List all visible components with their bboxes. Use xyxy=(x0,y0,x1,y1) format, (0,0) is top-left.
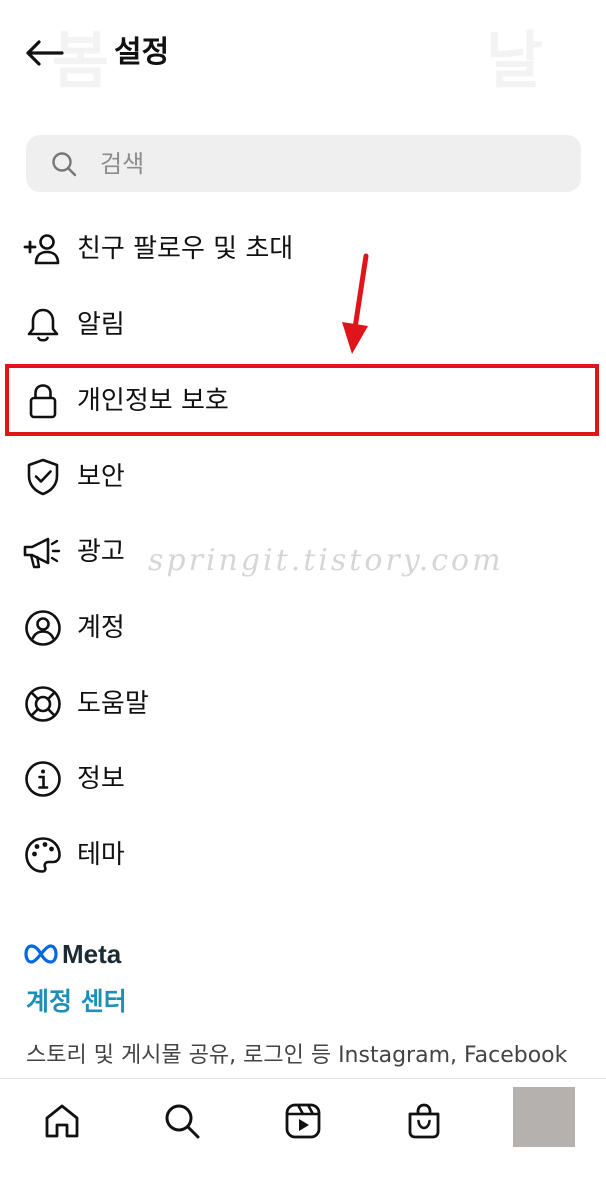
info-icon xyxy=(22,760,64,798)
menu-item-help[interactable]: 도움말 xyxy=(0,673,606,735)
menu-item-follow-invite[interactable]: 친구 팔로우 및 초대 xyxy=(0,218,606,280)
shop-icon xyxy=(408,1103,440,1139)
nav-search[interactable] xyxy=(154,1093,210,1149)
search-bar[interactable] xyxy=(26,135,581,192)
menu-item-label: 친구 팔로우 및 초대 xyxy=(77,234,294,264)
menu-item-account[interactable]: 계정 xyxy=(0,597,606,659)
nav-home[interactable] xyxy=(34,1093,90,1149)
watermark: springit.tistory.com xyxy=(148,543,504,578)
menu-item-label: 도움말 xyxy=(77,689,149,719)
top-bar: 설정 xyxy=(0,0,606,110)
red-arrow-annotation xyxy=(342,253,369,354)
add-person-icon xyxy=(22,230,64,268)
nav-reels[interactable] xyxy=(275,1093,331,1149)
menu-item-security[interactable]: 보안 xyxy=(0,446,606,508)
account-center-description: 스토리 및 게시물 공유, 로그인 등 Instagram, Facebook xyxy=(26,1043,568,1068)
menu-item-label: 계정 xyxy=(77,613,125,643)
menu-item-label: 광고 xyxy=(77,537,125,567)
menu-item-about[interactable]: 정보 xyxy=(0,748,606,810)
nav-profile-avatar[interactable] xyxy=(513,1087,575,1147)
search-icon xyxy=(165,1104,200,1139)
search-icon xyxy=(52,152,77,177)
reels-icon xyxy=(285,1103,321,1139)
highlight-box xyxy=(5,364,599,436)
back-button[interactable] xyxy=(18,30,70,76)
nav-shop[interactable] xyxy=(396,1093,452,1149)
account-center-link[interactable]: 계정 센터 xyxy=(26,982,127,1022)
bottom-nav xyxy=(0,1078,606,1179)
menu-item-label: 테마 xyxy=(77,840,125,870)
menu-item-label: 알림 xyxy=(77,310,125,340)
meta-infinity-icon xyxy=(24,944,58,964)
bell-icon xyxy=(22,306,64,344)
lifebuoy-icon xyxy=(22,685,64,723)
arrow-left-icon xyxy=(26,40,64,66)
shield-check-icon xyxy=(22,458,64,496)
menu-item-notifications[interactable]: 알림 xyxy=(0,294,606,356)
search-input[interactable] xyxy=(100,144,560,184)
home-icon xyxy=(45,1104,79,1138)
meta-logo-text: Meta xyxy=(62,938,122,969)
menu-item-label: 보안 xyxy=(77,462,125,492)
meta-logo: Meta xyxy=(24,936,121,972)
menu-item-theme[interactable]: 테마 xyxy=(0,824,606,886)
megaphone-icon xyxy=(22,533,64,571)
menu-item-label: 정보 xyxy=(77,764,125,794)
palette-icon xyxy=(22,836,64,874)
account-circle-icon xyxy=(22,609,64,647)
page-title: 설정 xyxy=(114,35,170,70)
